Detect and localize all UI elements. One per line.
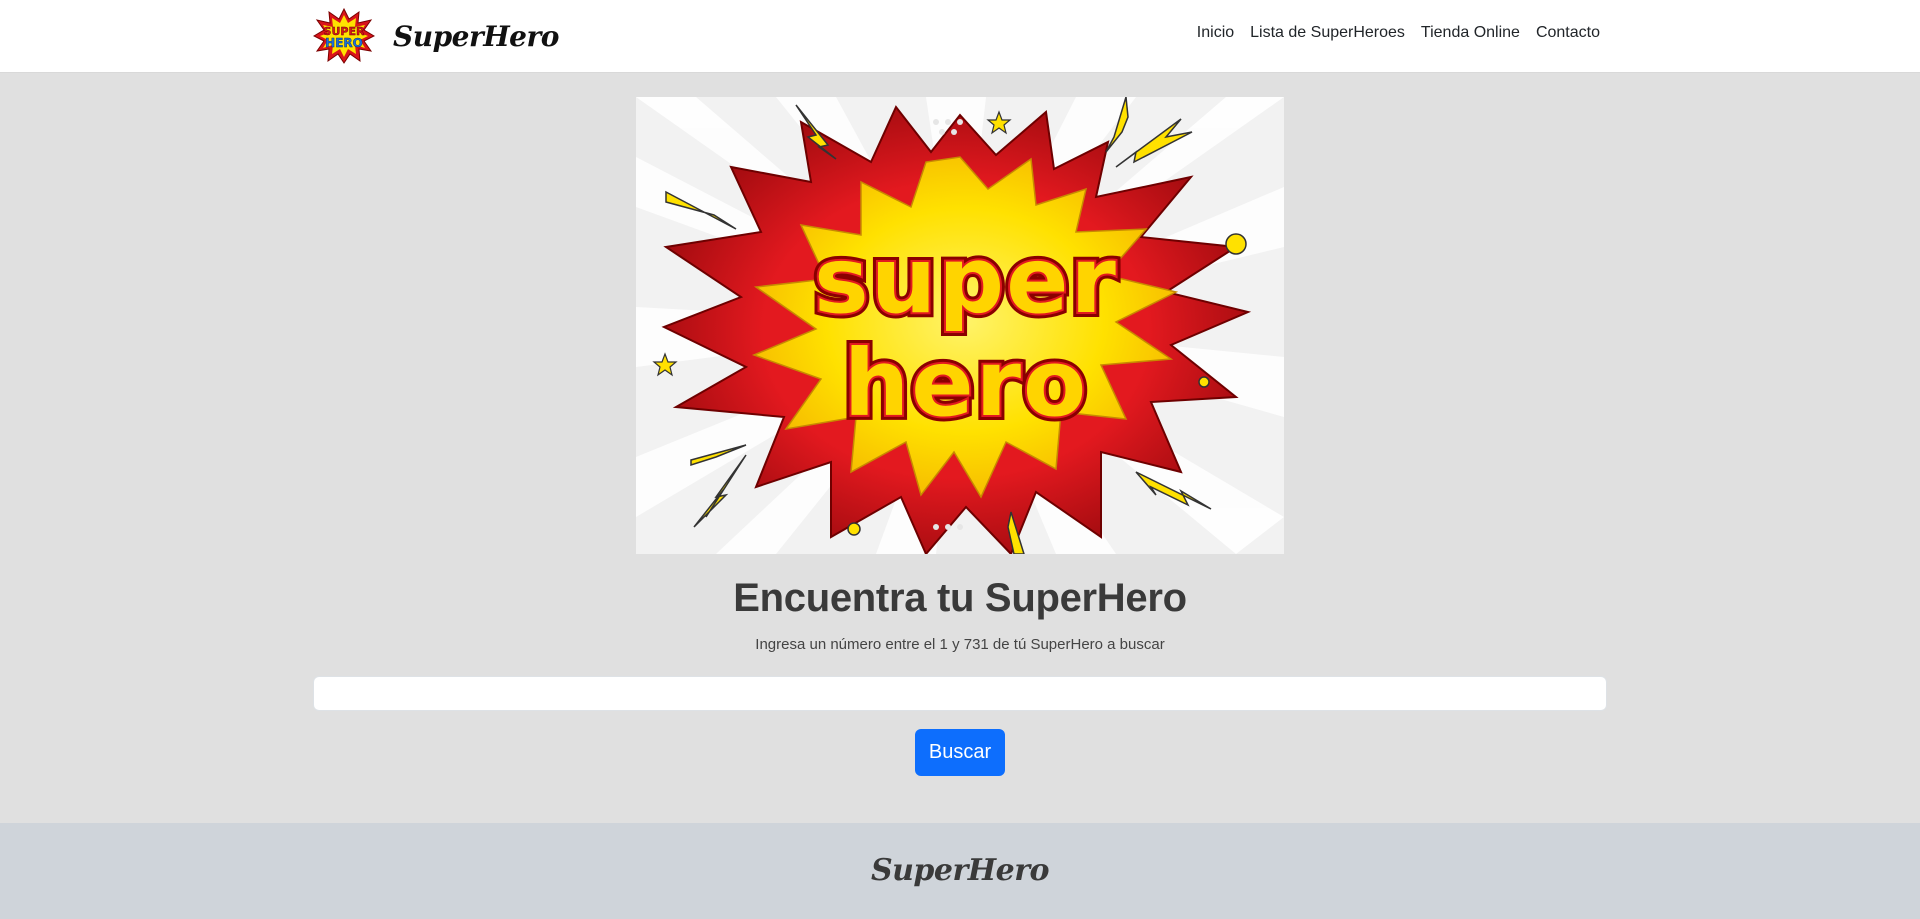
page-title: Encuentra tu SuperHero <box>733 576 1187 620</box>
hero-image: super super hero hero <box>636 97 1284 554</box>
superhero-logo-icon[interactable]: SUPER HERO <box>313 8 375 64</box>
footer: SuperHero <box>0 823 1920 919</box>
svg-text:super: super <box>814 227 1118 334</box>
nav-link-tienda-online[interactable]: Tienda Online <box>1421 24 1520 42</box>
svg-text:hero: hero <box>844 330 1088 437</box>
superhero-number-input[interactable] <box>313 676 1607 711</box>
brand-name[interactable]: SuperHero <box>393 20 559 53</box>
brand[interactable]: SUPER HERO SuperHero <box>313 8 559 64</box>
footer-brand: SuperHero <box>870 853 1050 888</box>
svg-text:HERO: HERO <box>325 36 363 50</box>
nav-link-contacto[interactable]: Contacto <box>1536 24 1600 42</box>
nav-menu: Inicio Lista de SuperHeroes Tienda Onlin… <box>1197 24 1600 42</box>
superhero-comic-illustration: super super hero hero <box>636 97 1284 554</box>
search-instructions: Ingresa un número entre el 1 y 731 de tú… <box>755 636 1165 653</box>
nav-link-inicio[interactable]: Inicio <box>1197 24 1234 42</box>
search-button[interactable]: Buscar <box>915 729 1005 776</box>
nav-link-lista-superheroes[interactable]: Lista de SuperHeroes <box>1250 24 1405 42</box>
navbar: SUPER HERO SuperHero Inicio Lista de Sup… <box>0 0 1920 73</box>
